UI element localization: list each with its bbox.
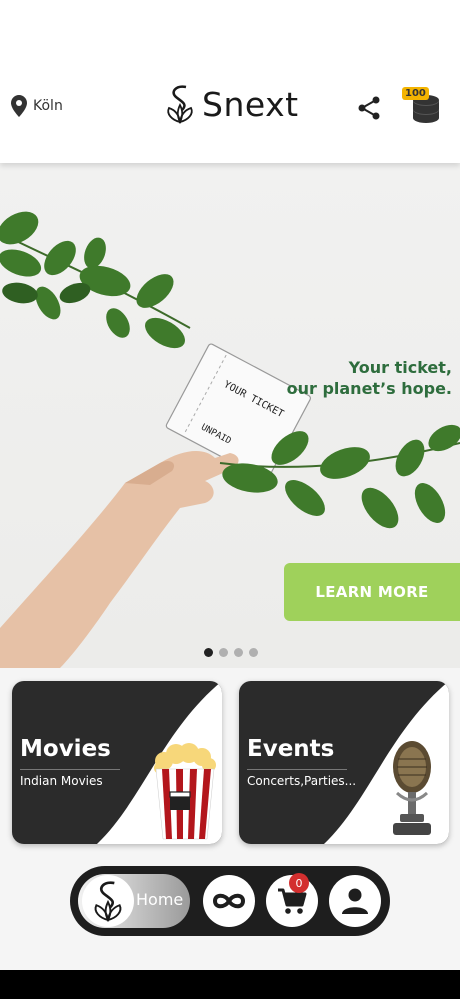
category-subtitle: Indian Movies (20, 774, 103, 788)
carousel-dot-3[interactable] (234, 648, 243, 657)
cart-count-badge: 0 (289, 873, 309, 893)
app-header: Köln Snext 100 (0, 0, 460, 163)
carousel-indicator (204, 648, 258, 657)
app-screen: Köln Snext 100 YOUR TICKET UNPAID Your t… (0, 0, 460, 999)
microphone-icon (393, 741, 431, 835)
nav-home-label: Home (136, 890, 184, 909)
category-title: Movies (20, 736, 111, 762)
brand-name: Snext (202, 84, 299, 124)
category-title: Events (247, 736, 335, 762)
nav-home-button[interactable]: Home (78, 874, 190, 928)
profile-icon (342, 888, 368, 914)
location-label: Köln (33, 98, 63, 114)
home-logo-icon (82, 875, 134, 927)
coins-wallet-button[interactable]: 100 (402, 82, 442, 126)
category-subtitle: Concerts,Parties... (247, 774, 357, 788)
location-selector[interactable]: Köln (10, 95, 63, 117)
system-navigation-bar (0, 970, 460, 999)
bottom-navigation: Home 0 (70, 866, 390, 936)
snext-leaf-logo-icon (167, 85, 193, 124)
category-card-movies[interactable]: Movies Indian Movies (12, 681, 222, 844)
category-card-events[interactable]: Events Concerts,Parties... (239, 681, 449, 844)
map-pin-icon (11, 95, 27, 117)
infinity-icon (212, 893, 246, 909)
divider (20, 769, 120, 770)
divider (247, 769, 347, 770)
carousel-dot-4[interactable] (249, 648, 258, 657)
popcorn-icon (154, 743, 216, 840)
share-icon (358, 96, 380, 120)
banner-tagline: Your ticket, our planet’s hope. (286, 358, 452, 398)
carousel-dot-2[interactable] (219, 648, 228, 657)
nav-profile-button[interactable] (329, 875, 381, 927)
promo-banner-carousel[interactable]: YOUR TICKET UNPAID Your ticket, our plan… (0, 163, 460, 668)
share-button[interactable] (356, 95, 382, 125)
nav-infinity-button[interactable] (203, 875, 255, 927)
learn-more-button[interactable]: LEARN MORE (284, 563, 460, 621)
carousel-dot-1[interactable] (204, 648, 213, 657)
brand-logo: Snext (162, 84, 299, 124)
coin-count-badge: 100 (402, 87, 429, 100)
